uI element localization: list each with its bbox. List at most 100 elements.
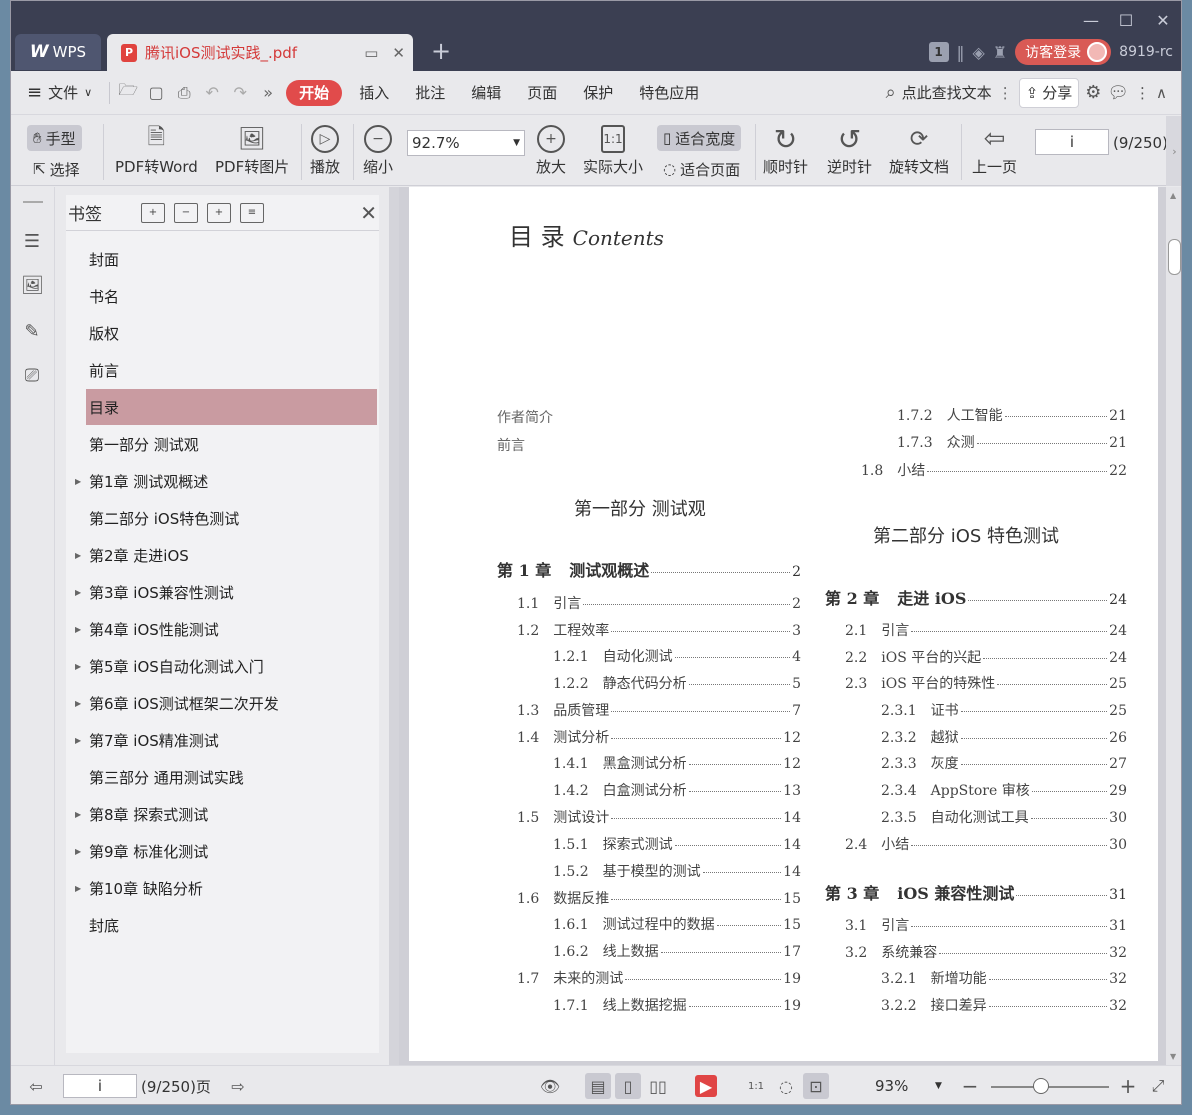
rotate-clockwise-button[interactable]: ↻ 顺时针 xyxy=(763,122,808,177)
toc-entry[interactable]: 3.2 系统兼容 32 xyxy=(845,942,1127,962)
more-vertical-icon[interactable]: ⋮ xyxy=(998,84,1013,102)
tab-features[interactable]: 特色应用 xyxy=(626,80,712,106)
zoom-slider[interactable] xyxy=(991,1086,1109,1088)
fit-page-button[interactable]: ◌ 适合页面 xyxy=(657,156,746,182)
toc-entry[interactable]: 1.3 品质管理 7 xyxy=(517,700,801,720)
close-panel-icon[interactable]: ✕ xyxy=(360,201,377,225)
toc-entry[interactable]: 1.7 未来的测试 19 xyxy=(517,968,801,988)
bookmark-item[interactable]: 第三部分 通用测试实践 xyxy=(86,759,377,795)
tab-insert[interactable]: 插入 xyxy=(346,80,402,106)
add-bookmark-icon[interactable]: + xyxy=(207,202,231,223)
toc-entry[interactable]: 2.3.1 证书 25 xyxy=(881,700,1127,720)
zoom-out-button[interactable]: − 缩小 xyxy=(363,122,393,177)
play-button[interactable]: ▷ 播放 xyxy=(310,122,340,177)
print-icon[interactable]: ⎙ xyxy=(170,83,198,103)
toc-entry[interactable]: 2.2 iOS 平台的兴起 24 xyxy=(845,647,1127,667)
expand-arrow-icon[interactable]: ▶ xyxy=(75,662,81,671)
new-tab-icon[interactable]: + xyxy=(431,37,451,65)
expand-arrow-icon[interactable]: ▶ xyxy=(75,551,81,560)
single-page-icon[interactable]: ▯ xyxy=(615,1073,641,1099)
eye-protection-icon[interactable]: 👁︎ xyxy=(537,1073,563,1099)
bookmark-item[interactable]: ▶ 第4章 iOS性能测试 xyxy=(75,611,377,647)
select-tool-button[interactable]: ⇱ 选择 xyxy=(27,156,86,182)
toc-entry[interactable]: 1.6.2 线上数据 17 xyxy=(553,941,801,961)
toc-entry[interactable]: 2.3 iOS 平台的特殊性 25 xyxy=(845,673,1127,693)
rotate-document-button[interactable]: ⟳ 旋转文档 xyxy=(889,122,949,177)
pdf-to-word-button[interactable]: 🗎 PDF转Word xyxy=(115,122,198,177)
bookmark-item[interactable]: ▶ 第9章 标准化测试 xyxy=(75,833,377,869)
close-tab-icon[interactable]: ✕ xyxy=(392,44,405,62)
hand-tool-button[interactable]: ✋︎ 手型 xyxy=(27,125,82,151)
expand-arrow-icon[interactable]: ▶ xyxy=(75,884,81,893)
scroll-up-icon[interactable]: ▲ xyxy=(1170,191,1176,200)
bookmark-item[interactable]: ▶ 第2章 走进iOS xyxy=(75,537,377,573)
save-icon[interactable]: ▢ xyxy=(142,83,170,102)
toc-entry[interactable]: 1.7.2 人工智能 21 xyxy=(897,405,1127,425)
tab-page[interactable]: 页面 xyxy=(514,80,570,106)
actual-size-button[interactable]: 1:1 实际大小 xyxy=(583,122,643,177)
bookmark-item[interactable]: ▶ 第5章 iOS自动化测试入门 xyxy=(75,648,377,684)
expand-arrow-icon[interactable]: ▶ xyxy=(75,847,81,856)
expand-arrow-icon[interactable]: ▶ xyxy=(75,810,81,819)
tab-annotate[interactable]: 批注 xyxy=(402,80,458,106)
collapse-all-icon[interactable]: − xyxy=(174,202,198,223)
toc-entry[interactable]: 1.7.1 线上数据挖掘 19 xyxy=(553,995,801,1015)
toc-entry[interactable]: 3.1 引言 31 xyxy=(845,915,1127,935)
bookmark-item[interactable]: 第二部分 iOS特色测试 xyxy=(86,500,377,536)
close-window-icon[interactable]: ✕ xyxy=(1151,11,1175,30)
zoom-in-icon[interactable]: + xyxy=(1115,1073,1141,1099)
toc-entry[interactable]: 2.4 小结 30 xyxy=(845,834,1127,854)
share-button[interactable]: ⇪ 分享 xyxy=(1018,77,1080,108)
expand-arrow-icon[interactable]: ▶ xyxy=(75,699,81,708)
bookmark-item[interactable]: ▶ 第8章 探索式测试 xyxy=(75,796,377,832)
page-badge[interactable]: 1 xyxy=(928,42,949,62)
redo-icon[interactable]: ↷ xyxy=(226,83,254,102)
toc-entry[interactable]: 1.1 引言 2 xyxy=(517,593,801,613)
actual-size-icon[interactable]: 1:1 xyxy=(743,1073,769,1099)
zoom-out-icon[interactable]: − xyxy=(957,1073,983,1099)
vertical-scrollbar[interactable]: ▲ ▼ xyxy=(1166,187,1181,1065)
toc-entry[interactable]: 2.3.3 灰度 27 xyxy=(881,753,1127,773)
bookmark-item[interactable]: ▶ 第7章 iOS精准测试 xyxy=(75,722,377,758)
toolbar-scroll-right-icon[interactable]: › xyxy=(1166,116,1181,186)
wps-home-tab[interactable]: W WPS xyxy=(15,34,101,70)
continuous-view-icon[interactable]: ▤ xyxy=(585,1073,611,1099)
toc-entry[interactable]: 2.3.4 AppStore 审核 29 xyxy=(881,780,1127,800)
toc-entry[interactable]: 1.8 小结 22 xyxy=(861,460,1127,480)
bookmark-item[interactable]: 第一部分 测试观 xyxy=(86,426,377,462)
tab-start[interactable]: 开始 xyxy=(286,79,343,106)
status-page-input[interactable]: i xyxy=(63,1074,137,1098)
expand-arrow-icon[interactable]: ▶ xyxy=(75,736,81,745)
toc-entry[interactable]: 3.2.2 接口差异 32 xyxy=(881,995,1127,1015)
bookmark-item[interactable]: 目录 xyxy=(86,389,377,425)
scroll-down-icon[interactable]: ▼ xyxy=(1170,1052,1176,1061)
prev-page-icon[interactable]: ⇦ xyxy=(23,1073,49,1099)
next-page-icon[interactable]: ⇨ xyxy=(225,1073,251,1099)
toc-entry[interactable]: 1.7.3 众测 21 xyxy=(897,432,1127,452)
toc-entry[interactable]: 1.5.1 探索式测试 14 xyxy=(553,834,801,854)
thumbnail-icon[interactable]: 🖼︎ xyxy=(21,275,44,297)
scroll-thumb[interactable] xyxy=(1168,239,1181,275)
toc-entry[interactable]: 1.4 测试分析 12 xyxy=(517,727,801,747)
more-quick-icon[interactable]: » xyxy=(254,83,282,102)
fullscreen-icon[interactable]: ⤢ xyxy=(1145,1073,1171,1099)
open-folder-icon[interactable]: 🗁 xyxy=(114,79,142,106)
search-icon[interactable]: ⌕ xyxy=(886,82,896,103)
zoom-select[interactable]: 92.7% ▼ xyxy=(407,130,525,156)
fit-width-icon[interactable]: ⊡ xyxy=(803,1073,829,1099)
toc-entry[interactable]: 3.2.1 新增功能 32 xyxy=(881,968,1127,988)
rotate-counter-clockwise-button[interactable]: ↺ 逆时针 xyxy=(827,122,872,177)
toc-entry[interactable]: 2.1 引言 24 xyxy=(845,620,1127,640)
double-page-icon[interactable]: ▯▯ xyxy=(645,1073,671,1099)
toc-entry[interactable]: 1.2.1 自动化测试 4 xyxy=(553,646,801,666)
page-number-input[interactable]: i xyxy=(1035,129,1109,155)
annotation-icon[interactable]: ⎚ xyxy=(21,365,43,387)
toc-entry[interactable]: 1.4.1 黑盒测试分析 12 xyxy=(553,753,801,773)
bookmark-item[interactable]: ▶ 第1章 测试观概述 xyxy=(75,463,377,499)
bookmark-item[interactable]: ▶ 第10章 缺陷分析 xyxy=(75,870,377,906)
bookmark-item[interactable]: 书名 xyxy=(86,278,377,314)
collapse-ribbon-icon[interactable]: ∧ xyxy=(1156,84,1167,102)
gear-icon[interactable]: ⚙ xyxy=(1085,82,1101,103)
fit-page-icon[interactable]: ◌ xyxy=(773,1073,799,1099)
bookmark-settings-icon[interactable]: ≡ xyxy=(240,202,264,223)
